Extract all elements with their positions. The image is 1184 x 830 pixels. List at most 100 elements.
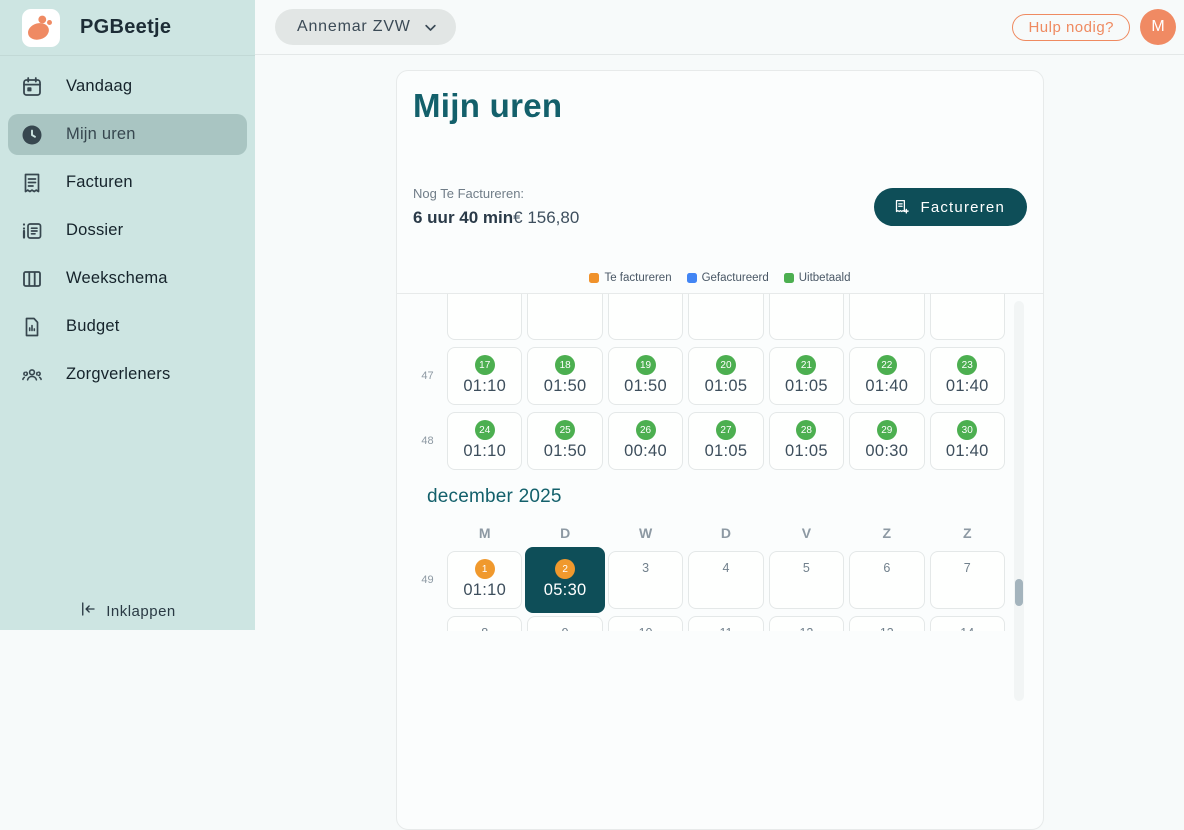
day-cell-22[interactable]: 2201:40 [849,347,924,405]
logged-time: 01:10 [463,377,506,396]
day-cell-30[interactable]: 3001:40 [930,412,1005,470]
day-cell-12[interactable]: 12 [769,616,844,631]
day-cell-29[interactable]: 2900:30 [849,412,924,470]
date-label: 8 [481,626,488,631]
date-badge: 28 [796,420,816,440]
day-cell-23[interactable]: 2301:40 [930,347,1005,405]
context-selector-label: Annemar ZVW [297,18,411,36]
date-badge: 17 [475,355,495,375]
day-cell-1[interactable]: 101:10 [447,551,522,609]
day-cell-19[interactable]: 19 01:50 [608,347,683,405]
sidebar-item-facturen[interactable]: Facturen [8,162,247,203]
factureren-button[interactable]: Factureren [874,188,1027,226]
day-cell-7[interactable]: 7 [930,551,1005,609]
day-cell[interactable] [930,293,1005,340]
people-icon [20,363,44,387]
calendar-week-row: 49101:10205:303 4 5 67 [413,551,1005,609]
date-label: 5 [803,561,810,575]
context-selector[interactable]: Annemar ZVW [275,9,456,45]
app-logo-row: PGBeetje [0,0,255,56]
date-label: 14 [960,626,974,631]
date-badge: 20 [716,355,736,375]
date-badge: 26 [636,420,656,440]
day-cell-21[interactable]: 2101:05 [769,347,844,405]
date-label: 10 [639,626,653,631]
day-cell[interactable] [849,293,924,340]
columns-icon [20,267,44,291]
date-badge: 25 [555,420,575,440]
day-cell-5[interactable]: 5 [769,551,844,609]
day-cell-11[interactable]: 11 [688,616,763,631]
collapse-label: Inklappen [106,603,176,620]
day-header: W [608,525,683,542]
day-cell-2[interactable]: 205:30 [527,551,602,609]
logged-time: 01:40 [946,442,989,461]
invoice-summary-amount: € 156,80 [513,208,579,227]
app-logo-icon [22,9,60,47]
avatar[interactable]: M [1140,9,1176,45]
date-badge: 19 [636,355,656,375]
day-cell-28[interactable]: 2801:05 [769,412,844,470]
day-header: D [688,525,763,542]
day-cell-26[interactable]: 26 00:40 [608,412,683,470]
day-cell-6[interactable]: 6 [849,551,924,609]
date-label: 12 [799,626,813,631]
legend-label: Gefactureerd [702,272,769,284]
sidebar-item-label: Mijn uren [66,125,136,144]
day-cell[interactable] [608,293,683,340]
legend-label: Uitbetaald [799,272,851,284]
calendar-scrollbar-thumb[interactable] [1015,579,1023,606]
day-cell[interactable] [769,293,844,340]
day-header: Z [930,525,1005,542]
logged-time: 00:40 [624,442,667,461]
day-cell-18[interactable]: 1801:50 [527,347,602,405]
day-cell[interactable] [447,293,522,340]
sidebar-item-budget[interactable]: Budget [8,306,247,347]
day-cell[interactable] [688,293,763,340]
logged-time: 05:30 [544,581,587,600]
sidebar-item-label: Weekschema [66,269,168,288]
day-header-row: MDWDVZZ [413,525,1005,542]
calendar-scrollbar-track [1014,301,1024,701]
day-cell-13[interactable]: 13 [849,616,924,631]
day-header: V [769,525,844,542]
day-cell-25[interactable]: 2501:50 [527,412,602,470]
help-button[interactable]: Hulp nodig? [1012,14,1130,41]
calendar-icon [20,75,44,99]
day-cell[interactable] [527,293,602,340]
logged-time: 01:10 [463,581,506,600]
topbar-right: Hulp nodig? M [1012,9,1176,45]
week-number [413,293,442,340]
sidebar-collapse-button[interactable]: Inklappen [0,600,255,622]
day-cell-3[interactable]: 3 [608,551,683,609]
sidebar-item-weekschema[interactable]: Weekschema [8,258,247,299]
sidebar-item-dossier[interactable]: Dossier [8,210,247,251]
day-cell-4[interactable]: 4 [688,551,763,609]
sidebar-item-mijn-uren[interactable]: Mijn uren [8,114,247,155]
legend-label: Te factureren [604,272,671,284]
week-number [413,616,442,631]
date-badge: 22 [877,355,897,375]
day-cell-10[interactable]: 10 [608,616,683,631]
day-cell-14[interactable]: 14 [930,616,1005,631]
logged-time: 01:50 [624,377,667,396]
date-label: 4 [723,561,730,575]
date-label: 11 [719,626,732,631]
date-badge: 24 [475,420,495,440]
day-cell-8[interactable]: 8 [447,616,522,631]
sidebar-item-zorgverleners[interactable]: Zorgverleners [8,354,247,395]
logged-time: 01:05 [785,377,828,396]
day-cell-24[interactable]: 2401:10 [447,412,522,470]
calendar-week-row: 482401:102501:502600:402701:052801:05290… [413,412,1005,470]
day-cell-17[interactable]: 17 01:10 [447,347,522,405]
app-name: PGBeetje [80,16,171,39]
week-number: 49 [413,551,442,609]
chevron-down-icon [423,20,438,35]
day-cell-9[interactable]: 9 [527,616,602,631]
day-cell-27[interactable]: 2701:05 [688,412,763,470]
sidebar-item-vandaag[interactable]: Vandaag [8,66,247,107]
sidebar-item-label: Zorgverleners [66,365,170,384]
calendar-week-row: 471701:101801:501901:502001:052101:05220… [413,347,1005,405]
day-cell-20[interactable]: 2001:05 [688,347,763,405]
month-header: december 2025 [427,486,1005,512]
